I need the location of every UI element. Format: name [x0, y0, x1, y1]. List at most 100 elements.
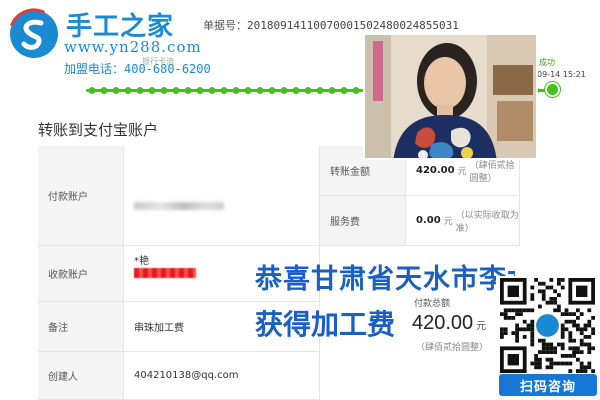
- qr-module: [526, 327, 531, 332]
- qr-module: [538, 361, 542, 366]
- qr-module: [564, 312, 569, 316]
- progress-end-node: [545, 82, 560, 97]
- qr-module: [591, 369, 595, 373]
- logo-icon: [8, 8, 60, 60]
- qr-module: [591, 316, 595, 320]
- payee-name: *艳: [134, 256, 149, 267]
- qr-module: [530, 297, 535, 301]
- qr-module: [538, 365, 542, 370]
- creator-label: 创建人: [38, 352, 124, 400]
- qr-module: [587, 365, 592, 370]
- qr-module: [560, 323, 565, 328]
- qr-module: [534, 365, 538, 370]
- qr-module: [568, 354, 573, 358]
- qr-module: [553, 361, 557, 366]
- qr-module: [534, 361, 538, 366]
- qr-module: [557, 304, 561, 309]
- qr-module: [560, 285, 565, 290]
- qr-module: [545, 300, 550, 305]
- qr-module: [553, 346, 557, 351]
- qr-module: [576, 308, 580, 313]
- qr-module: [568, 331, 573, 335]
- qr-module: [560, 361, 565, 366]
- qr-module: [541, 350, 546, 354]
- qr-module: [579, 331, 584, 335]
- qr-module: [541, 297, 546, 301]
- qr-finder-core: [507, 285, 519, 297]
- qr-module: [579, 369, 584, 373]
- qr-module: [541, 342, 546, 347]
- qr-module: [541, 338, 546, 343]
- qr-module: [568, 312, 573, 316]
- qr-module: [545, 357, 550, 362]
- qr-module: [564, 327, 569, 332]
- qr-module: [530, 342, 535, 347]
- qr-module: [579, 338, 584, 343]
- qr-module: [500, 331, 504, 335]
- qr-module: [576, 323, 580, 328]
- qr-module: [572, 354, 576, 358]
- qr-module: [572, 319, 576, 324]
- scan-consult-button[interactable]: 扫码咨询: [499, 374, 597, 396]
- qr-module: [515, 335, 519, 339]
- qr-module: [572, 346, 576, 351]
- qr-code-icon[interactable]: [496, 276, 600, 376]
- qr-module: [579, 327, 584, 332]
- qr-module: [591, 327, 595, 332]
- qr-module: [568, 346, 573, 351]
- qr-module: [587, 323, 592, 328]
- qr-module: [579, 365, 584, 370]
- qr-module: [515, 327, 519, 332]
- qr-module: [591, 346, 595, 351]
- qr-finder-core: [576, 285, 588, 297]
- qr-module: [500, 327, 504, 332]
- payee-label: 收款账户: [38, 246, 124, 302]
- qr-module: [576, 369, 580, 373]
- qr-module: [560, 312, 565, 316]
- payer-value: [124, 146, 320, 246]
- fee-label: 服务费: [320, 196, 406, 246]
- remark-label: 备注: [38, 302, 124, 352]
- progress-status: 成功: [539, 58, 555, 67]
- qr-module: [522, 319, 527, 324]
- fee-value-cell: 0.00 元 （以实际收取为准）: [406, 196, 520, 246]
- qr-module: [572, 350, 576, 354]
- qr-module: [538, 350, 542, 354]
- qr-module: [549, 297, 554, 301]
- qr-module: [560, 335, 565, 339]
- qr-module: [503, 316, 508, 320]
- qr-module: [530, 338, 535, 343]
- qr-module: [568, 335, 573, 339]
- qr-module: [530, 335, 535, 339]
- qr-module: [530, 323, 535, 328]
- qr-module: [530, 308, 535, 313]
- qr-module: [587, 308, 592, 313]
- qr-module: [522, 308, 527, 313]
- qr-module: [545, 365, 550, 370]
- qr-module: [534, 278, 538, 282]
- qr-module: [530, 285, 535, 290]
- order-label: 单据号：: [203, 19, 247, 32]
- total-label: 付款总额: [414, 299, 451, 309]
- qr-module: [519, 327, 523, 332]
- qr-module: [545, 285, 550, 290]
- qr-module: [530, 293, 535, 297]
- qr-module: [549, 278, 554, 282]
- qr-module: [507, 308, 512, 313]
- qr-module: [541, 293, 546, 297]
- phone-label: 加盟电话：: [64, 62, 125, 76]
- qr-module: [579, 312, 584, 316]
- qr-module: [541, 346, 546, 351]
- total-note: （肆佰贰拾圆整）: [416, 343, 489, 353]
- qr-module: [560, 331, 565, 335]
- qr-module: [572, 323, 576, 328]
- qr-module: [587, 319, 592, 324]
- qr-module: [568, 338, 573, 343]
- qr-module: [503, 312, 508, 316]
- qr-module: [572, 338, 576, 343]
- qr-module: [560, 327, 565, 332]
- payer-label: 付款账户: [38, 146, 124, 246]
- qr-module: [519, 308, 523, 313]
- qr-module: [553, 289, 557, 294]
- fee-note: （以实际收取为准）: [455, 210, 519, 234]
